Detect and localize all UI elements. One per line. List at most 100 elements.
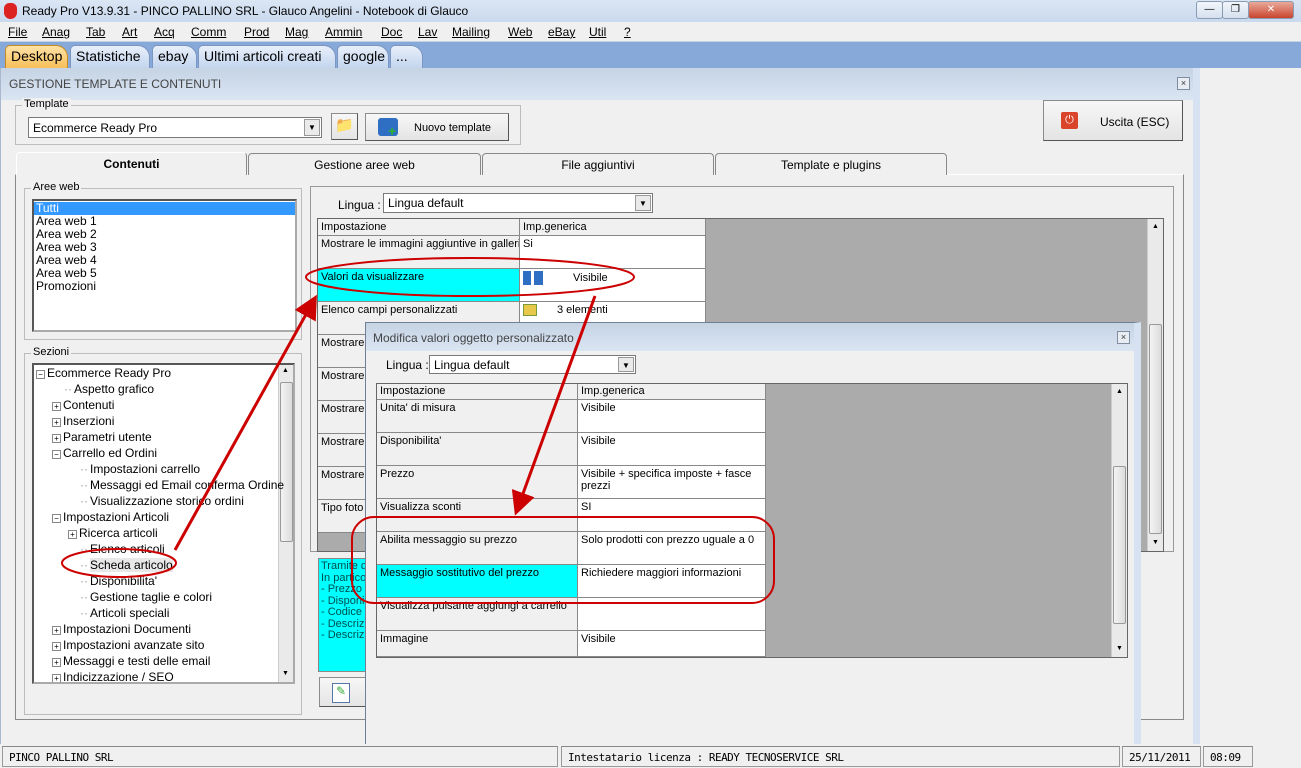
dialog-cell-value[interactable]: Visibile [578,631,766,657]
grid-scrollbar[interactable]: ▲ ▼ [1147,219,1163,551]
menu-tab[interactable]: Tab [86,25,105,39]
tab-gestione-aree-web[interactable]: Gestione aree web [248,153,481,175]
dialog-cell-setting[interactable]: Visualizza pulsante aggiungi a carrello [377,598,578,631]
expand-icon[interactable]: + [68,530,77,539]
column-header-impostazione[interactable]: Impostazione [377,384,578,400]
collapse-icon[interactable]: − [36,370,45,379]
dialog-cell-value[interactable]: Visibile [578,433,766,466]
dialog-cell-setting[interactable]: Prezzo [377,466,578,499]
tree-node[interactable]: ·· Disponibilita' [80,574,157,588]
tab-template-plugins[interactable]: Template e plugins [715,153,947,175]
menu-comm[interactable]: Comm [191,25,226,39]
dialog-cell-setting[interactable]: Disponibilita' [377,433,578,466]
tree-node[interactable]: + Inserzioni [52,414,114,428]
dialog-cell-value[interactable]: Richiedere maggiori informazioni [578,565,766,598]
menu-mag[interactable]: Mag [285,25,308,39]
dialog-cell-value[interactable]: SI [578,499,766,532]
tree-node[interactable]: + Impostazioni Documenti [52,622,191,636]
menu-prod[interactable]: Prod [244,25,269,39]
desktop-tab-0[interactable]: Desktop [5,45,68,68]
dialog-scroll-thumb[interactable] [1113,466,1126,624]
desktop-tab-5[interactable]: ... [390,45,423,68]
dialog-cell-setting[interactable]: Unita' di misura [377,400,578,433]
tree-node[interactable]: + Ricerca articoli [68,526,158,540]
menu-help[interactable]: ? [624,25,631,39]
aree-web-item[interactable]: Promozioni [34,280,295,293]
dialog-grid-scrollbar[interactable]: ▲ ▼ [1111,384,1127,657]
template-select[interactable]: Ecommerce Ready Pro ▼ [28,117,322,138]
menu-ammin[interactable]: Ammin [325,25,362,39]
expand-icon[interactable]: + [52,642,61,651]
lingua-select[interactable]: Lingua default ▼ [383,193,653,213]
new-template-button[interactable]: + Nuovo template [365,113,509,141]
dialog-cell-value[interactable] [578,598,766,631]
dialog-close-button[interactable]: × [1117,331,1130,344]
tree-node[interactable]: ·· Gestione taglie e colori [80,590,212,604]
desktop-tab-1[interactable]: Statistiche [70,45,150,68]
menu-ebay[interactable]: eBay [548,25,575,39]
tree-node[interactable]: ·· Articoli speciali [80,606,169,620]
dialog-lingua-select[interactable]: Lingua default ▼ [429,355,636,374]
tree-node[interactable]: − Impostazioni Articoli [52,510,169,524]
desktop-tab-2[interactable]: ebay [152,45,197,68]
menu-lav[interactable]: Lav [418,25,437,39]
tree-node[interactable]: + Contenuti [52,398,114,412]
dialog-cell-value[interactable]: Visibile + specifica imposte + fasce pre… [578,466,766,499]
menu-util[interactable]: Util [589,25,606,39]
dialog-cell-value[interactable]: Visibile [578,400,766,433]
tree-node[interactable]: − Ecommerce Ready Pro [36,366,171,380]
edit-button[interactable]: ✎ [319,677,367,707]
tree-scrollbar[interactable]: ▲ ▼ [278,365,293,682]
menu-art[interactable]: Art [122,25,137,39]
column-header-impostazione[interactable]: Impostazione [318,219,520,236]
expand-icon[interactable]: + [52,418,61,427]
tree-scroll-thumb[interactable] [280,382,293,542]
expand-icon[interactable]: + [52,626,61,635]
aree-web-list[interactable]: Tutti Area web 1 Area web 2 Area web 3 Area … [32,199,297,332]
expand-icon[interactable]: + [52,402,61,411]
tree-node[interactable]: + Parametri utente [52,430,152,444]
tree-node[interactable]: ·· Impostazioni carrello [80,462,200,476]
expand-icon[interactable]: + [52,674,61,682]
tree-node[interactable]: + Indicizzazione / SEO [52,670,174,682]
menu-file[interactable]: File [8,25,27,39]
desktop-tab-3[interactable]: Ultimi articoli creati [198,45,336,68]
tree-node[interactable]: ·· Elenco articoli [80,542,165,556]
form-close-button[interactable]: × [1177,77,1190,90]
dialog-cell-setting[interactable]: Immagine [377,631,578,657]
grid-cell-value[interactable]: Si [520,236,706,269]
tree-node[interactable]: ·· Messaggi ed Email conferma Ordine [80,478,284,492]
menu-doc[interactable]: Doc [381,25,402,39]
menu-web[interactable]: Web [508,25,532,39]
column-header-imp-generica[interactable]: Imp.generica [520,219,706,236]
tree-node[interactable]: − Carrello ed Ordini [52,446,157,460]
desktop-tab-4[interactable]: google [337,45,389,68]
close-button[interactable]: ✕ [1248,1,1294,19]
dialog-cell-setting[interactable]: Messaggio sostitutivo del prezzo [377,565,578,598]
grid-cell-setting[interactable]: Mostrare le immagini aggiuntive in galle… [318,236,520,269]
exit-button[interactable]: ⏻ Uscita (ESC) [1043,100,1183,141]
tree-node[interactable]: + Impostazioni avanzate sito [52,638,204,652]
minimize-button[interactable]: — [1196,1,1223,19]
tree-node[interactable]: ·· Aspetto grafico [64,382,154,396]
menu-anag[interactable]: Anag [42,25,70,39]
grid-cell-setting[interactable]: Valori da visualizzare [318,269,520,302]
tree-node[interactable]: ·· Scheda articolo [80,558,173,572]
open-folder-button[interactable]: 📁 [331,113,358,140]
collapse-icon[interactable]: − [52,514,61,523]
tree-node[interactable]: + Messaggi e testi delle email [52,654,210,668]
menu-acq[interactable]: Acq [154,25,175,39]
tab-contenuti[interactable]: Contenuti [16,152,247,175]
dialog-cell-setting[interactable]: Visualizza sconti [377,499,578,532]
restore-button[interactable]: ❐ [1222,1,1249,19]
grid-scroll-thumb[interactable] [1149,324,1162,534]
grid-cell-value[interactable]: Visibile [520,269,706,302]
expand-icon[interactable]: + [52,658,61,667]
dialog-cell-value[interactable]: Solo prodotti con prezzo uguale a 0 [578,532,766,565]
expand-icon[interactable]: + [52,434,61,443]
menu-mailing[interactable]: Mailing [452,25,490,39]
tree-node[interactable]: ·· Visualizzazione storico ordini [80,494,244,508]
dialog-settings-grid[interactable]: Impostazione Imp.generica ▲ ▼ Unita' di … [376,383,1128,658]
column-header-imp-generica[interactable]: Imp.generica [578,384,766,400]
collapse-icon[interactable]: − [52,450,61,459]
